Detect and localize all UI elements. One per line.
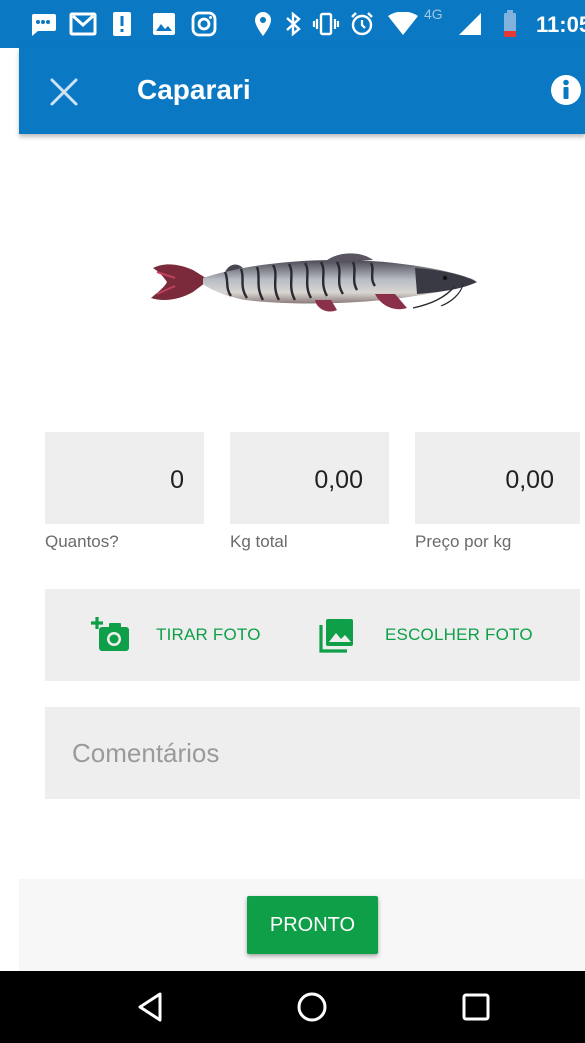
price-per-kg-value: 0,00 xyxy=(505,466,554,494)
close-icon xyxy=(50,78,78,106)
vibrate-icon xyxy=(312,10,340,38)
gallery-icon xyxy=(319,619,353,653)
recents-button[interactable] xyxy=(458,989,494,1025)
network-type: 4G xyxy=(424,6,443,22)
wifi-icon xyxy=(386,10,420,38)
total-kg-label: Kg total xyxy=(230,532,288,551)
info-button[interactable] xyxy=(550,74,582,106)
alarm-icon xyxy=(348,10,376,38)
instagram-icon xyxy=(190,10,218,38)
choose-photo-label: ESCOLHER FOTO xyxy=(385,625,533,644)
fish-image xyxy=(145,250,480,325)
quantity-label: Quantos? xyxy=(45,532,119,551)
total-kg-field[interactable]: 0,00 xyxy=(230,432,389,524)
price-per-kg-field[interactable]: 0,00 xyxy=(415,432,580,524)
page-title: Caparari xyxy=(137,74,251,105)
navigation-bar xyxy=(0,971,585,1043)
comments-input[interactable] xyxy=(45,707,580,799)
take-photo-button[interactable]: TIRAR FOTO xyxy=(91,589,261,681)
done-button[interactable]: PRONTO xyxy=(247,896,378,954)
app-bar: Caparari xyxy=(19,48,585,134)
total-kg-value: 0,00 xyxy=(314,466,363,494)
signal-icon xyxy=(456,10,484,38)
home-button[interactable] xyxy=(294,989,330,1025)
status-bar: 4G 11:05 xyxy=(0,0,585,48)
gallery-icon xyxy=(150,10,178,38)
add-camera-icon xyxy=(91,617,129,651)
status-time: 11:05 xyxy=(536,12,585,37)
close-button[interactable] xyxy=(44,72,84,112)
price-per-kg-label: Preço por kg xyxy=(415,532,512,551)
battery-icon xyxy=(500,10,520,38)
photo-actions: TIRAR FOTO ESCOLHER FOTO xyxy=(45,589,580,681)
back-button[interactable] xyxy=(132,989,168,1025)
back-icon xyxy=(138,992,162,1022)
quantity-field[interactable]: 0 xyxy=(45,432,204,524)
home-icon xyxy=(297,992,327,1022)
sms-icon xyxy=(28,10,58,38)
info-icon xyxy=(551,75,581,105)
bluetooth-icon xyxy=(282,10,304,38)
take-photo-label: TIRAR FOTO xyxy=(156,625,261,644)
location-icon xyxy=(252,10,274,38)
quantity-value: 0 xyxy=(170,466,184,494)
choose-photo-button[interactable]: ESCOLHER FOTO xyxy=(319,589,533,681)
recents-icon xyxy=(462,993,490,1021)
gmail-icon xyxy=(68,10,98,38)
alert-icon xyxy=(110,10,134,38)
